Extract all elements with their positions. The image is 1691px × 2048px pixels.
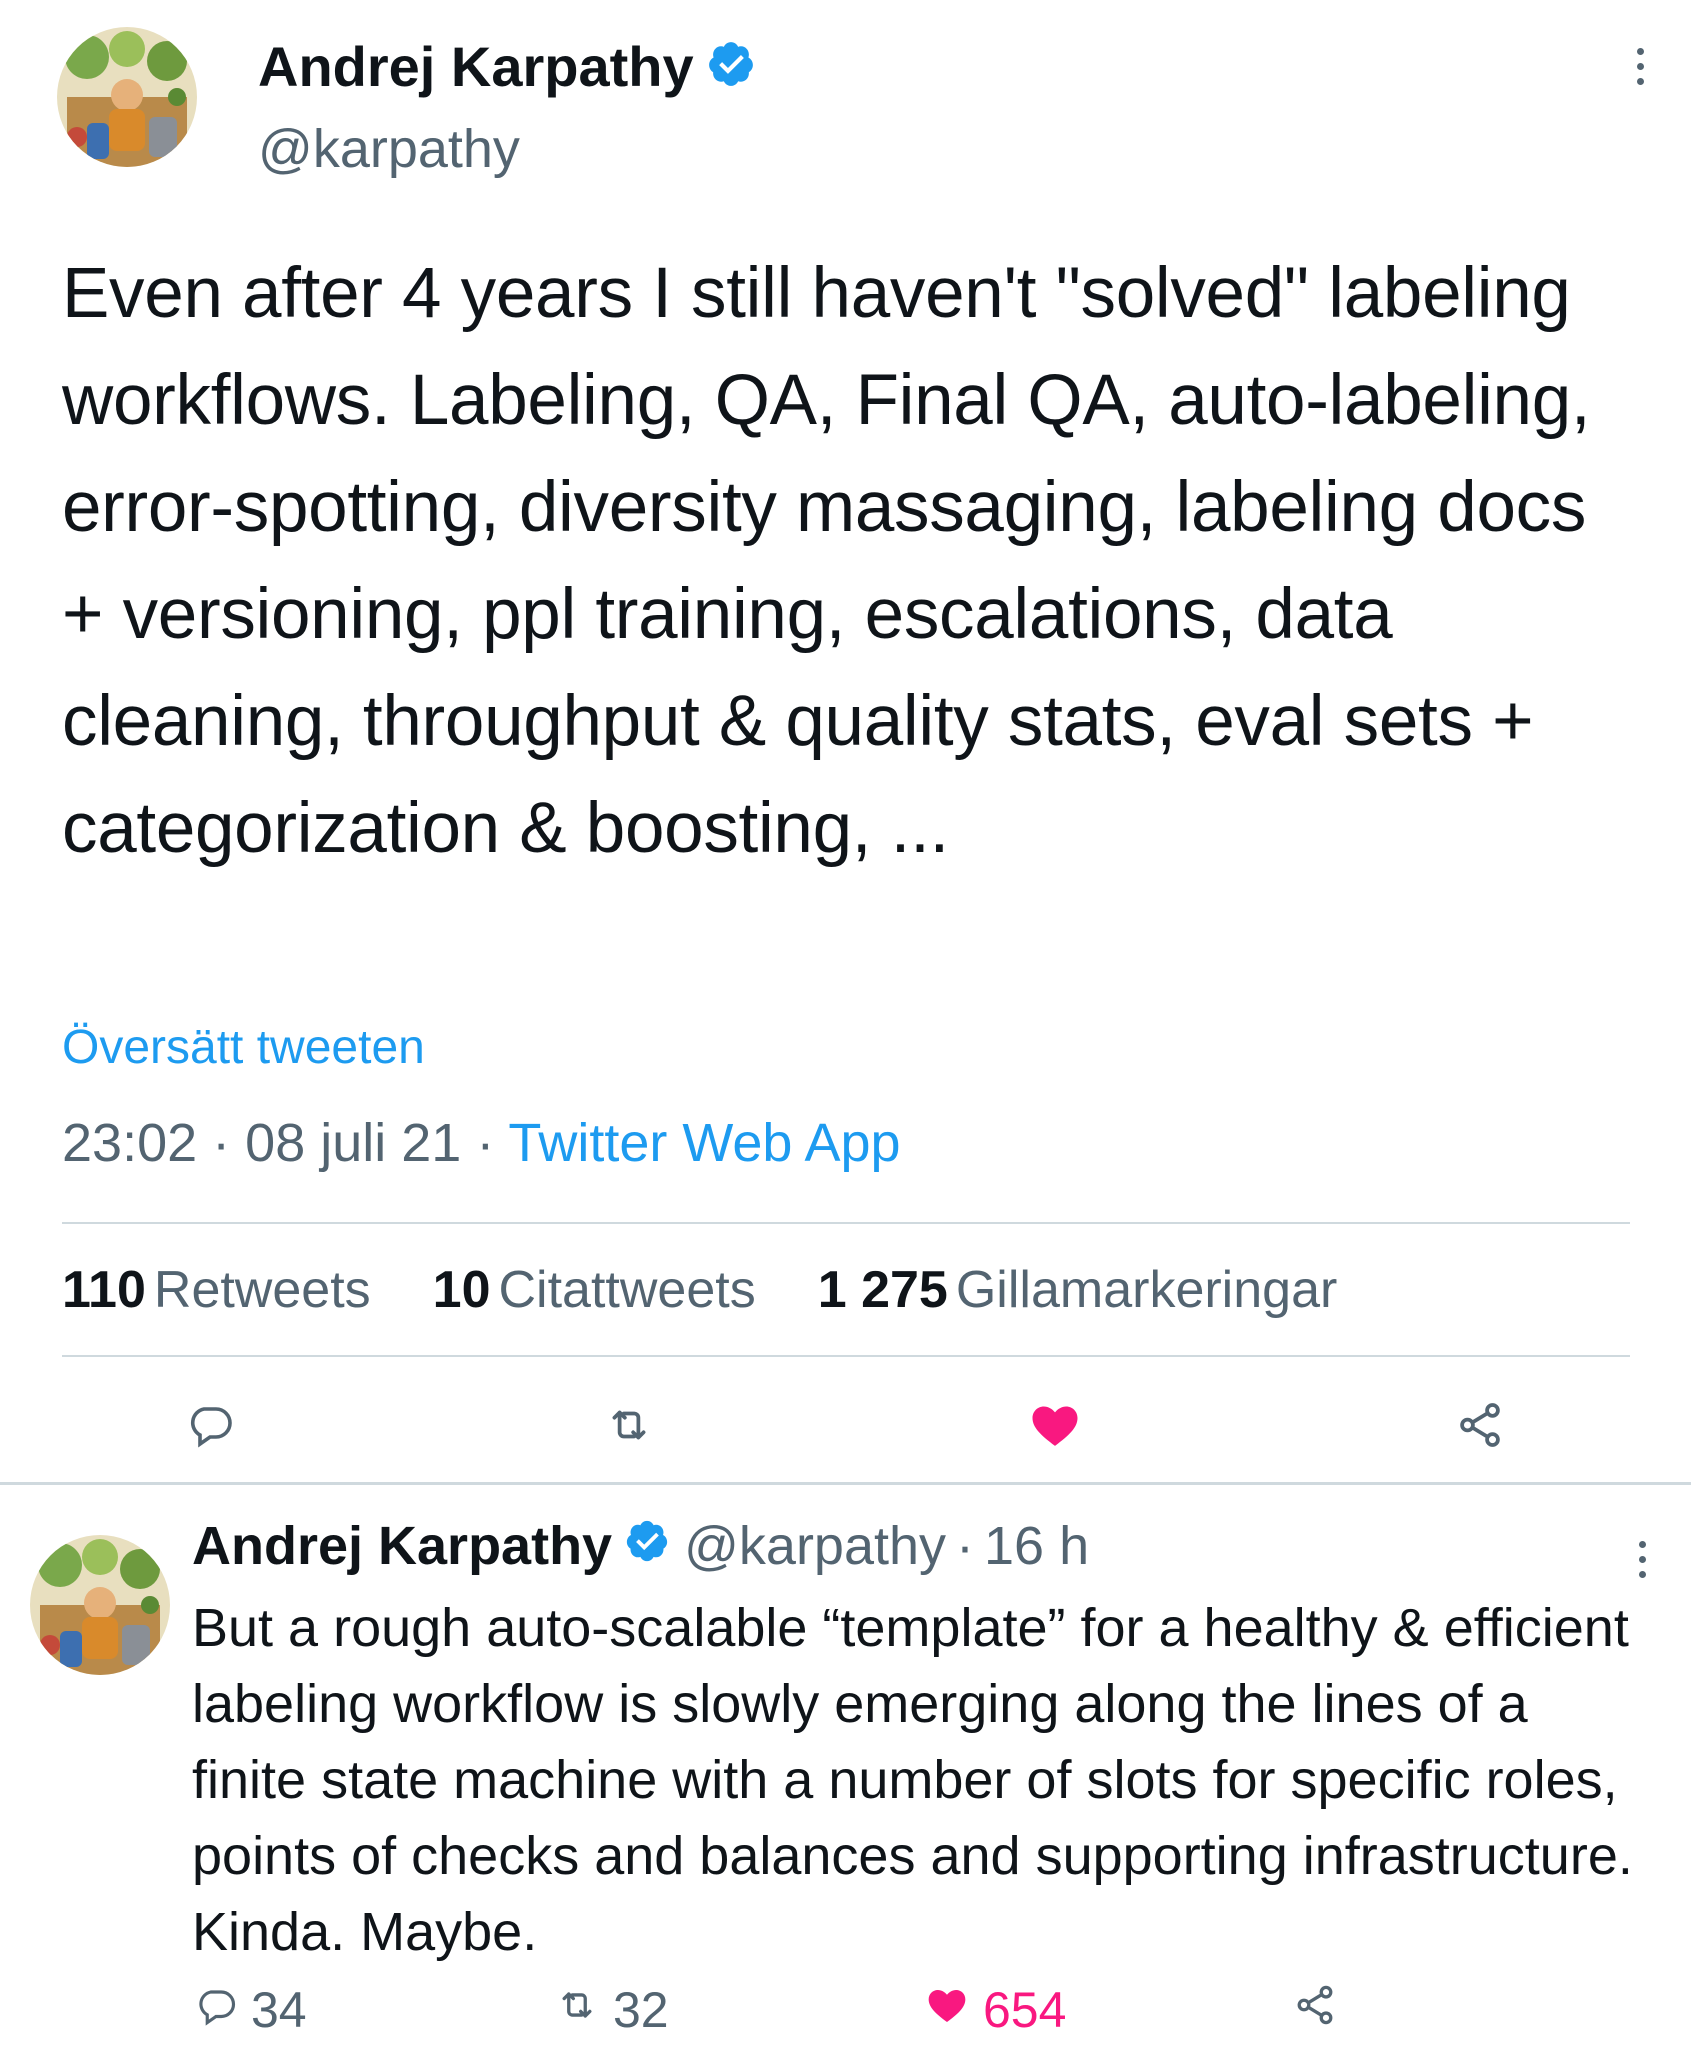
retweets-label: Retweets — [153, 1261, 371, 1319]
author-handle[interactable]: @karpathy — [258, 118, 520, 180]
reply-author-name[interactable]: Andrej Karpathy — [192, 1515, 612, 1577]
tweet-source-link[interactable]: Twitter Web App — [508, 1113, 900, 1173]
avatar-illustration-icon — [57, 27, 197, 167]
retweet-icon[interactable] — [597, 1393, 661, 1457]
reply-time[interactable]: 16 h — [984, 1515, 1089, 1577]
reply-icon — [195, 1981, 237, 2039]
divider — [62, 1222, 1630, 1224]
likes-stat[interactable]: 1 275 Gillamarkeringar — [818, 1260, 1338, 1320]
likes-label: Gillamarkeringar — [955, 1261, 1338, 1319]
retweet-count: 32 — [613, 1982, 669, 2038]
verified-badge-icon — [706, 39, 756, 94]
reply-text: But a rough auto-scalable “template” for… — [192, 1598, 1633, 1962]
tweet-time[interactable]: 23:02 — [62, 1113, 197, 1173]
meta-separator: · — [476, 1113, 509, 1173]
reply-author-avatar[interactable] — [30, 1535, 170, 1675]
retweet-icon — [555, 1981, 599, 2039]
tweet-action-bar — [0, 1385, 1691, 1465]
reply-icon[interactable] — [178, 1393, 242, 1457]
avatar-illustration-icon — [30, 1535, 170, 1675]
quotes-label: Citattweets — [498, 1261, 756, 1319]
tweet-text: Even after 4 years I still haven't "solv… — [62, 254, 1591, 868]
tweet-metadata: 23:02 · 08 juli 21 · Twitter Web App — [62, 1112, 901, 1174]
reply-button[interactable]: 34 — [195, 1980, 307, 2040]
like-count: 654 — [983, 1982, 1067, 2038]
divider — [62, 1355, 1630, 1357]
verified-badge-icon — [624, 1515, 670, 1577]
more-options-icon[interactable] — [1622, 1529, 1662, 1589]
main-tweet: Andrej Karpathy @karpathy Even after 4 y… — [0, 0, 1691, 1485]
retweet-button[interactable]: 32 — [555, 1980, 669, 2040]
reply-author-handle[interactable]: @karpathy — [684, 1515, 946, 1577]
likes-count: 1 275 — [817, 1261, 948, 1319]
tweet-stats: 110 Retweets 10 Citattweets 1 275 Gillamark… — [62, 1260, 1337, 1320]
heart-icon-liked — [925, 1981, 969, 2039]
retweets-stat[interactable]: 110 Retweets — [62, 1260, 371, 1320]
like-button[interactable]: 654 — [925, 1980, 1066, 2040]
reply-tweet[interactable]: Andrej Karpathy @karpathy · 16 h But a r… — [0, 1485, 1691, 2048]
share-icon — [1293, 1981, 1337, 2039]
author-name-row[interactable]: Andrej Karpathy — [258, 34, 756, 99]
meta-separator: · — [212, 1113, 246, 1173]
translate-tweet-link[interactable]: Översätt tweeten — [62, 1020, 425, 1075]
heart-icon-liked[interactable] — [1023, 1393, 1087, 1457]
reply-action-bar: 34 32 654 — [0, 1980, 1691, 2040]
reply-header: Andrej Karpathy @karpathy · 16 h — [192, 1515, 1089, 1577]
share-icon[interactable] — [1448, 1393, 1512, 1457]
reply-count: 34 — [251, 1982, 307, 2038]
author-name[interactable]: Andrej Karpathy — [258, 34, 694, 99]
tweet-date[interactable]: 08 juli 21 — [245, 1113, 461, 1173]
retweets-count: 110 — [62, 1261, 146, 1319]
more-options-icon[interactable] — [1620, 36, 1660, 96]
author-avatar[interactable] — [57, 27, 197, 167]
meta-separator: · — [956, 1516, 975, 1576]
quotes-count: 10 — [432, 1261, 491, 1319]
quotes-stat[interactable]: 10 Citattweets — [433, 1260, 756, 1320]
share-button[interactable] — [1293, 1980, 1337, 2040]
